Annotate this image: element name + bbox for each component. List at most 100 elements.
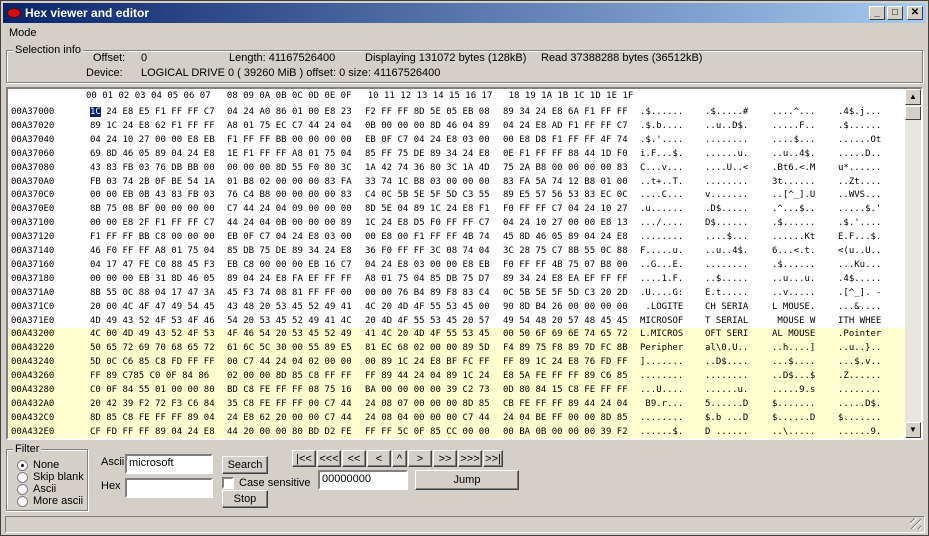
ascii-group[interactable]: 5......D (705, 398, 748, 412)
hex-bytes-group[interactable]: 89 1C 24 E8 62 F1 FF FF (90, 120, 215, 134)
ascii-group[interactable]: .D$..... (705, 203, 748, 217)
nav-back-large-button[interactable]: <<< (317, 450, 341, 467)
hex-bytes-group[interactable]: 61 6C 5C 30 00 55 89 E5 (227, 342, 352, 356)
ascii-group[interactable]: .....$.' (838, 203, 881, 217)
ascii-group[interactable]: ...$.... (772, 356, 815, 370)
hex-bytes-group[interactable]: 04 24 10 27 00 00 E8 EB (90, 134, 215, 148)
hex-bytes-group[interactable]: 85 FF 75 DE 89 34 24 E8 (365, 148, 490, 162)
ascii-group[interactable]: ..WVS... (838, 189, 881, 203)
ascii-group[interactable]: OFT SERI (705, 328, 748, 342)
ascii-group[interactable]: ..u..D$. (705, 120, 748, 134)
ascii-group[interactable]: B9.r... (640, 398, 683, 412)
hex-bytes-group[interactable]: 00 00 00 EB 31 8D 46 05 (90, 273, 215, 287)
ascii-group[interactable]: ..u..}.. (838, 342, 881, 356)
hex-row[interactable]: 00A371A0 8B 55 0C 88 04 17 47 3A 45 F3 74 … (8, 287, 908, 301)
ascii-group[interactable]: ........ (705, 176, 748, 190)
hex-row[interactable]: 00A37180 00 00 00 EB 31 8D 46 05 89 04 24 … (8, 273, 908, 287)
hex-bytes-group[interactable]: 5D 0C C6 85 C8 FD FF FF (90, 356, 215, 370)
hex-row[interactable]: 00A37160 04 17 47 FE C0 88 45 F3 EB C8 00 … (8, 259, 908, 273)
hex-bytes-group[interactable]: 04 24 E8 03 00 00 E8 EB (365, 259, 490, 273)
hex-row[interactable]: 00A432E0 CF FD FF FF 89 04 24 E8 44 20 00 … (8, 425, 908, 438)
hex-bytes-group[interactable]: 44 24 04 0B 00 00 00 89 (227, 217, 352, 231)
ascii-group[interactable]: E.F...$. (838, 231, 881, 245)
ascii-group[interactable]: ......u. (705, 384, 748, 398)
hex-bytes-rest[interactable]: 24 E8 E5 F1 FF FF C7 (101, 107, 214, 117)
hex-bytes-group[interactable]: C0 0F 84 55 01 00 00 80 (90, 384, 215, 398)
ascii-group[interactable]: ..v..... (772, 287, 815, 301)
hex-bytes-group[interactable]: CB FE FF FF 89 44 24 04 (503, 398, 628, 412)
ascii-group[interactable]: ......9. (838, 426, 881, 438)
ascii-group[interactable]: AL MOUSE (772, 328, 815, 342)
hex-bytes-group[interactable]: E8 5A FE FF FF 89 C6 85 (503, 370, 628, 384)
hex-bytes-group[interactable]: EB 0F C7 04 24 E8 03 00 (365, 134, 490, 148)
hex-bytes-group[interactable]: 20 00 4C 4F 47 49 54 45 (90, 301, 215, 315)
radio-ascii-indicator[interactable] (17, 483, 28, 495)
hex-row[interactable]: 00A370E0 8B 75 08 BF 00 00 00 00 C7 44 24 … (8, 203, 908, 217)
ascii-group[interactable]: v....... (705, 189, 748, 203)
ascii-group[interactable]: 6...<.t. (772, 245, 815, 259)
hex-row[interactable]: 00A43220 50 65 72 69 70 68 65 72 61 6C 5C … (8, 342, 908, 357)
hex-row[interactable]: 00A370C0 00 00 EB 0B 43 83 FB 03 76 C4 B8 … (8, 189, 908, 203)
ascii-group[interactable]: .../.... (640, 217, 683, 231)
hex-bytes-group[interactable]: 24 04 BE FF 00 00 8D 85 (503, 412, 628, 426)
ascii-group[interactable]: .[^_]. - (838, 287, 881, 301)
hex-row[interactable]: 00A37120 F1 FF FF BB C8 00 00 00 EB 0F C7 … (8, 231, 908, 245)
ascii-group[interactable]: .$...... (772, 217, 815, 231)
hex-bytes-group[interactable]: 0E F1 FF FF 88 44 1D F0 (503, 148, 628, 162)
hex-bytes-group[interactable]: 01 B8 02 00 00 00 83 FA (227, 176, 352, 190)
nav-back-button[interactable]: < (367, 450, 391, 467)
ascii-group[interactable]: ....U..< (705, 162, 748, 176)
hex-row[interactable]: 00A432A0 20 42 39 F2 72 F3 C6 84 35 C8 FE … (8, 397, 908, 412)
ascii-group[interactable]: .Pointer (838, 328, 881, 342)
ascii-group[interactable]: T SERIAL (705, 315, 748, 329)
hex-bytes-group[interactable]: A8 01 75 EC C7 44 24 04 (227, 120, 352, 134)
ascii-group[interactable]: ......u. (705, 148, 748, 162)
ascii-group[interactable]: .Z...... (838, 370, 881, 384)
filter-none-radio[interactable]: None (17, 459, 59, 471)
hex-bytes-group[interactable]: 4D 49 43 52 4F 53 4F 46 (90, 315, 215, 329)
filter-skip-blank-radio[interactable]: Skip blank (17, 471, 84, 483)
hex-bytes-group[interactable]: 50 65 72 69 70 68 65 72 (90, 342, 215, 356)
nav-up-button[interactable]: ^ (392, 450, 407, 467)
hex-bytes-group[interactable]: A8 01 75 04 85 DB 75 D7 (365, 273, 490, 287)
hex-bytes-group[interactable]: 33 74 1C B8 03 00 00 00 (365, 176, 490, 190)
ascii-group[interactable]: ..G...E. (640, 259, 683, 273)
hex-view-pane[interactable]: 00 01 02 03 04 05 06 07 08 09 0A 0B 0C 0… (6, 87, 923, 440)
ascii-group[interactable]: ....1.F. (640, 273, 683, 287)
maximize-button[interactable]: □ (887, 6, 903, 20)
ascii-group[interactable]: ........ (705, 259, 748, 273)
ascii-group[interactable]: .$.'.... (640, 134, 683, 148)
ascii-group[interactable]: .$.b.... (640, 120, 683, 134)
scroll-down-button[interactable]: ▼ (905, 422, 921, 438)
ascii-group[interactable]: ...$.v.. (838, 356, 881, 370)
ascii-group[interactable]: ......Kt (772, 231, 815, 245)
hex-bytes-group[interactable]: 45 F3 74 08 81 FF FF 00 (227, 287, 352, 301)
ascii-group[interactable]: L.MICROS (640, 328, 683, 342)
radio-none-indicator[interactable] (17, 459, 28, 471)
ascii-group[interactable]: i.F...$. (640, 148, 683, 162)
ascii-group[interactable]: .....9.s (772, 384, 815, 398)
hex-bytes-group[interactable]: FF FF 5C 0F 85 CC 00 00 (365, 426, 490, 438)
hex-bytes-group[interactable]: 1E F1 FF FF A8 01 75 04 (227, 148, 352, 162)
ascii-group[interactable]: .LOGITE (640, 301, 683, 315)
hex-bytes-group[interactable]: 20 4D 4F 55 53 45 20 57 (365, 315, 490, 329)
hex-bytes-group[interactable]: F0 FF FF C7 04 24 10 27 (503, 203, 628, 217)
ascii-group[interactable]: ....$... (772, 134, 815, 148)
ascii-group[interactable]: MOUSE W (772, 315, 815, 329)
ascii-group[interactable]: ........ (705, 370, 748, 384)
ascii-group[interactable]: ..Zt.... (838, 176, 881, 190)
ascii-group[interactable]: ..t+..T. (640, 176, 683, 190)
hex-bytes-group[interactable]: 00 BA 0B 00 00 00 39 F2 (503, 426, 628, 438)
hex-bytes-group[interactable]: 75 2A B8 00 00 00 00 83 (503, 162, 628, 176)
ascii-group[interactable]: ........ (838, 384, 881, 398)
hex-bytes-group[interactable]: 00 00 EB 0B 43 83 FB 03 (90, 189, 215, 203)
hex-bytes-group[interactable]: F1 FF FF BB 00 00 00 00 (227, 134, 352, 148)
scroll-thumb[interactable] (905, 106, 921, 120)
hex-bytes-group[interactable]: CF FD FF FF 89 04 24 E8 (90, 426, 215, 438)
hex-bytes-group[interactable]: 89 04 24 E8 FA EF FF FF (227, 273, 352, 287)
hex-bytes-group[interactable]: C7 44 24 04 09 00 00 00 (227, 203, 352, 217)
hex-row[interactable]: 00A43280 C0 0F 84 55 01 00 00 80 BD C8 FE … (8, 384, 908, 398)
hex-bytes-group[interactable]: 35 C8 FE FF FF 00 C7 44 (227, 398, 352, 412)
filter-ascii-radio[interactable]: Ascii (17, 483, 56, 495)
hex-row[interactable]: 00A37060 69 8D 46 05 89 04 24 E8 1E F1 FF … (8, 148, 908, 162)
